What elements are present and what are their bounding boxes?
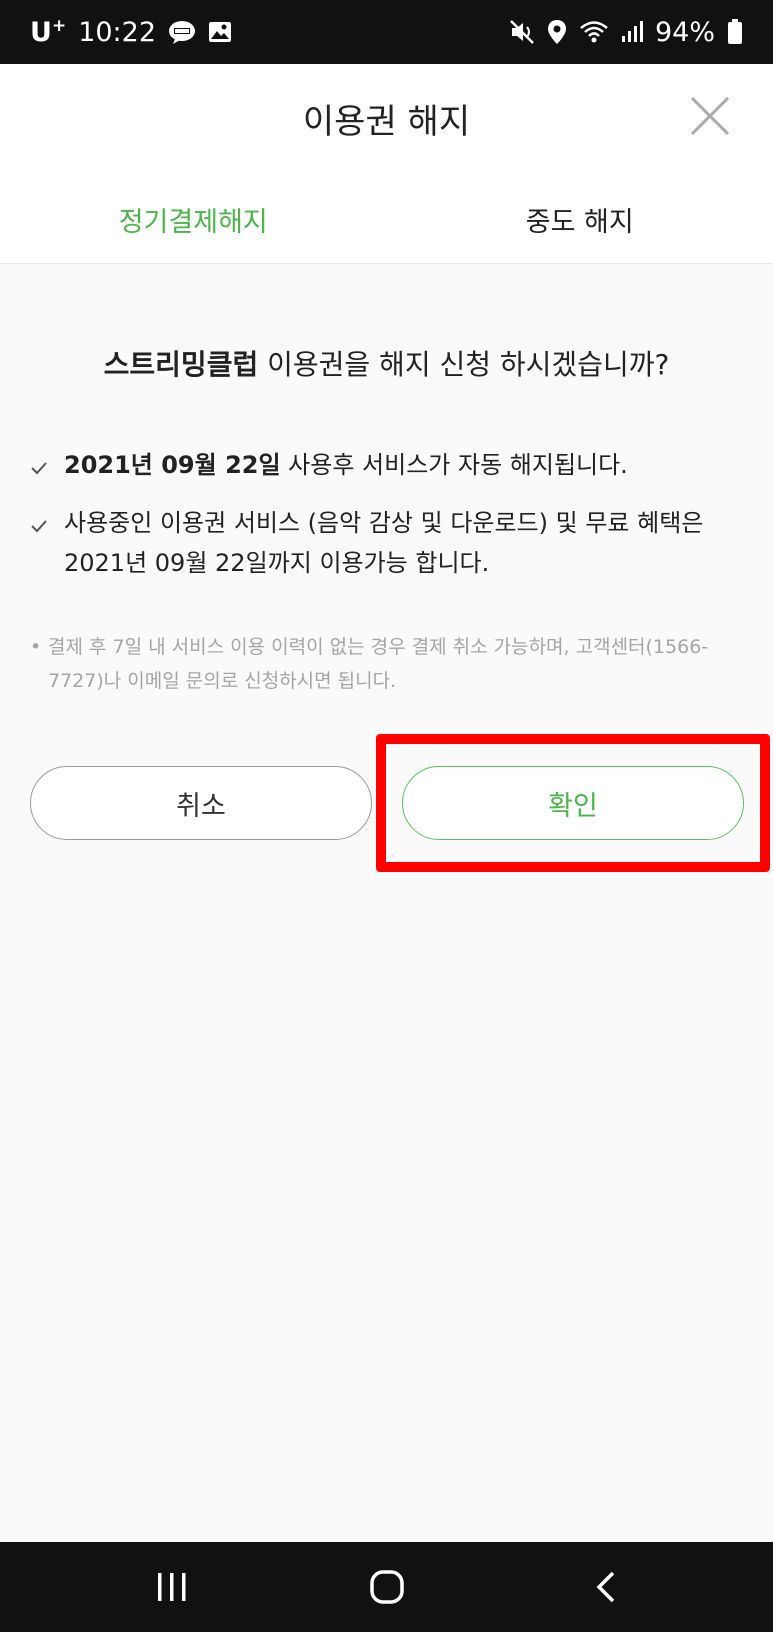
status-right: 94%	[509, 17, 743, 48]
recent-apps-icon	[158, 1573, 186, 1601]
recent-apps-button[interactable]	[142, 1562, 202, 1612]
tab-recurring-cancel[interactable]: 정기결제해지	[0, 184, 387, 264]
list-item-text: 2021년 09월 22일 사용후 서비스가 자동 해지됩니다.	[64, 451, 628, 479]
image-icon	[208, 21, 232, 43]
cancel-button[interactable]: 취소	[30, 766, 372, 840]
home-icon	[370, 1570, 404, 1604]
close-button[interactable]	[688, 94, 732, 138]
tab-midterm-cancel[interactable]: 중도 해지	[387, 184, 773, 264]
carrier-label: U+	[30, 16, 67, 48]
dialog-header: 이용권 해지 정기결제해지 중도 해지	[0, 64, 773, 264]
confirm-question: 스트리밍클럽 이용권을 해지 신청 하시겠습니까?	[103, 348, 670, 381]
close-icon	[690, 96, 730, 136]
status-left: U+ 10:22	[30, 16, 232, 48]
note-text: 결제 후 7일 내 서비스 이용 이력이 없는 경우 결제 취소 가능하며, 고…	[48, 636, 709, 692]
info-list: 2021년 09월 22일 사용후 서비스가 자동 해지됩니다. 사용중인 이용…	[30, 445, 745, 597]
back-button[interactable]	[576, 1562, 636, 1612]
bullet-dot: •	[30, 636, 42, 658]
back-icon	[596, 1571, 615, 1603]
check-icon	[30, 503, 64, 547]
status-bar: U+ 10:22 94%	[0, 0, 773, 64]
battery-percent: 94%	[654, 16, 715, 48]
highlight-annotation	[376, 734, 770, 872]
navigation-bar	[0, 1542, 773, 1632]
clock: 10:22	[78, 16, 156, 48]
mute-vibrate-icon	[509, 19, 535, 45]
list-item: 사용중인 이용권 서비스 (음악 감상 및 다운로드) 및 무료 혜택은 202…	[30, 503, 745, 583]
refund-note: • 결제 후 7일 내 서비스 이용 이력이 없는 경우 결제 취소 가능하며,…	[30, 630, 750, 698]
kakaotalk-icon	[168, 20, 196, 44]
tab-bar: 정기결제해지 중도 해지	[0, 184, 773, 264]
page-title: 이용권 해지	[302, 102, 471, 142]
home-button[interactable]	[357, 1562, 417, 1612]
location-icon	[547, 19, 567, 45]
list-item: 2021년 09월 22일 사용후 서비스가 자동 해지됩니다.	[30, 445, 745, 489]
check-icon	[30, 445, 64, 489]
battery-icon	[727, 19, 743, 45]
signal-icon	[621, 21, 643, 43]
wifi-icon	[579, 20, 609, 44]
list-item-text: 사용중인 이용권 서비스 (음악 감상 및 다운로드) 및 무료 혜택은 202…	[64, 509, 704, 577]
